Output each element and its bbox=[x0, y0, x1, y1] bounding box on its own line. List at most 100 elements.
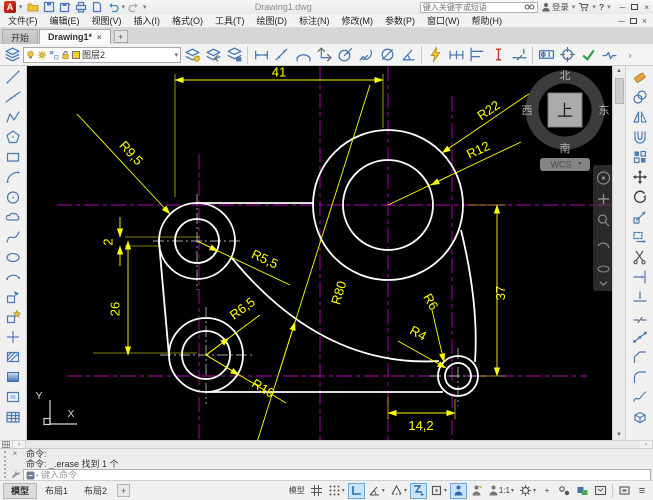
viewcube-east-label[interactable]: 东 bbox=[599, 104, 610, 117]
menu-modify[interactable]: 修改(M) bbox=[336, 14, 380, 27]
join-tool[interactable] bbox=[628, 327, 652, 347]
mirror-tool[interactable] bbox=[628, 107, 652, 127]
tab-close-icon[interactable]: × bbox=[97, 33, 102, 42]
dim-aligned-button[interactable] bbox=[272, 45, 292, 65]
command-input[interactable] bbox=[41, 470, 648, 480]
plot-button[interactable] bbox=[74, 1, 88, 13]
copy-tool[interactable] bbox=[628, 87, 652, 107]
layer-states-button[interactable] bbox=[224, 45, 244, 65]
scroll-down-button[interactable]: ▼ bbox=[616, 430, 622, 440]
ellipse-tool[interactable] bbox=[1, 247, 25, 267]
polar-caret-icon[interactable]: ▾ bbox=[382, 487, 385, 494]
line-tool[interactable] bbox=[1, 67, 25, 87]
menu-window[interactable]: 窗口(W) bbox=[421, 14, 466, 27]
menu-format[interactable]: 格式(O) bbox=[166, 14, 209, 27]
dim-center-mark-button[interactable] bbox=[557, 45, 577, 65]
dim-radius-button[interactable] bbox=[335, 45, 355, 65]
dim-jog-line-button[interactable] bbox=[599, 45, 619, 65]
search-binoculars-icon[interactable] bbox=[524, 2, 535, 12]
object-snap-tracking-toggle[interactable] bbox=[410, 483, 427, 499]
close-button[interactable]: × bbox=[644, 3, 649, 12]
undo-button[interactable] bbox=[106, 1, 120, 13]
rectangle-tool[interactable] bbox=[1, 147, 25, 167]
osnap-caret-icon[interactable]: ▾ bbox=[444, 487, 447, 494]
save-button[interactable] bbox=[42, 1, 56, 13]
horizontal-scrollbar[interactable]: ‹ › bbox=[0, 440, 653, 448]
menu-tools[interactable]: 工具(T) bbox=[209, 14, 251, 27]
menu-view[interactable]: 视图(V) bbox=[86, 14, 128, 27]
snap-toggle[interactable]: ▾ bbox=[326, 483, 347, 499]
command-customize-wrench-icon[interactable] bbox=[10, 469, 20, 479]
erase-tool[interactable] bbox=[628, 67, 652, 87]
hatch-tool[interactable] bbox=[1, 347, 25, 367]
ellipse-arc-tool[interactable] bbox=[1, 267, 25, 287]
scale-tool[interactable] bbox=[628, 207, 652, 227]
doc-minimize-button[interactable]: ─ bbox=[618, 16, 624, 26]
rotate-tool[interactable] bbox=[628, 187, 652, 207]
scroll-up-button[interactable]: ▲ bbox=[616, 66, 622, 76]
isodraft-caret-icon[interactable]: ▾ bbox=[404, 487, 407, 494]
dim-linear-button[interactable] bbox=[251, 45, 271, 65]
break-at-point-tool[interactable] bbox=[628, 287, 652, 307]
sign-in-button[interactable]: 登录 bbox=[541, 1, 569, 13]
open-button[interactable] bbox=[26, 1, 40, 13]
new-layout-button[interactable]: + bbox=[117, 484, 130, 497]
tab-model[interactable]: 模型 bbox=[3, 483, 37, 499]
tab-start[interactable]: 开始 bbox=[2, 29, 38, 44]
menu-draw[interactable]: 绘图(D) bbox=[251, 14, 294, 27]
revision-cloud-tool[interactable] bbox=[1, 207, 25, 227]
drawing-canvas[interactable]: 41 R9,5 R22 R12 2 26 R5,5 R6,5 R80 R10 R… bbox=[27, 66, 612, 440]
redo-button[interactable] bbox=[127, 1, 141, 13]
stretch-tool[interactable] bbox=[628, 227, 652, 247]
doc-restore-button[interactable] bbox=[630, 18, 637, 24]
gradient-tool[interactable] bbox=[1, 367, 25, 387]
menu-file[interactable]: 文件(F) bbox=[2, 14, 44, 27]
circle-tool[interactable] bbox=[1, 187, 25, 207]
vertical-scrollbar[interactable]: ▲ ▼ bbox=[612, 66, 625, 440]
ortho-toggle[interactable] bbox=[348, 483, 365, 499]
make-layer-current-button[interactable] bbox=[182, 45, 202, 65]
arc-tool[interactable] bbox=[1, 167, 25, 187]
polygon-tool[interactable] bbox=[1, 127, 25, 147]
store-button[interactable] bbox=[578, 2, 589, 12]
polar-tracking-toggle[interactable]: ▾ bbox=[366, 483, 387, 499]
dim-ordinate-button[interactable] bbox=[314, 45, 334, 65]
dim-quick-button[interactable] bbox=[425, 45, 445, 65]
isolate-objects-button[interactable] bbox=[556, 483, 573, 499]
region-tool[interactable] bbox=[1, 387, 25, 407]
command-panel-grip[interactable] bbox=[1, 451, 6, 478]
layer-previous-button[interactable] bbox=[203, 45, 223, 65]
create-block-tool[interactable] bbox=[1, 307, 25, 327]
layer-properties-button[interactable] bbox=[2, 45, 22, 65]
customization-menu-button[interactable]: ≡ bbox=[634, 483, 650, 499]
dim-jogged-button[interactable] bbox=[356, 45, 376, 65]
viewcube-north-label[interactable]: 北 bbox=[560, 69, 571, 82]
menu-insert[interactable]: 插入(I) bbox=[128, 14, 167, 27]
array-tool[interactable] bbox=[628, 147, 652, 167]
viewcube-south-label[interactable]: 南 bbox=[560, 142, 571, 155]
menu-parametric[interactable]: 参数(P) bbox=[379, 14, 421, 27]
isodraft-toggle[interactable]: ▾ bbox=[388, 483, 409, 499]
chamfer-tool[interactable] bbox=[628, 347, 652, 367]
maximize-button[interactable] bbox=[631, 4, 638, 10]
fullscreen-button[interactable] bbox=[616, 483, 633, 499]
app-logo-icon[interactable]: A bbox=[4, 1, 16, 13]
polyline-tool[interactable] bbox=[1, 107, 25, 127]
menu-help[interactable]: 帮助(H) bbox=[466, 14, 509, 27]
vertical-scroll-thumb[interactable] bbox=[615, 78, 624, 104]
menu-edit[interactable]: 编辑(E) bbox=[44, 14, 86, 27]
viewcube-west-label[interactable]: 西 bbox=[522, 105, 533, 117]
preview-button[interactable] bbox=[90, 1, 104, 13]
annotation-monitor-button[interactable]: + bbox=[539, 483, 555, 499]
qat-more-caret-icon[interactable]: ▾ bbox=[143, 3, 147, 11]
help-caret-icon[interactable]: ▾ bbox=[607, 3, 611, 11]
grid-toggle[interactable] bbox=[308, 483, 325, 499]
hardware-acceleration-button[interactable] bbox=[574, 483, 591, 499]
model-space-toggle[interactable]: 模型 bbox=[287, 483, 307, 499]
menu-dimension[interactable]: 标注(N) bbox=[293, 14, 336, 27]
navigation-bar[interactable] bbox=[593, 165, 612, 291]
dim-edit-button[interactable] bbox=[488, 45, 508, 65]
save-as-button[interactable] bbox=[58, 1, 72, 13]
dim-tolerance-button[interactable] bbox=[536, 45, 556, 65]
blend-curves-tool[interactable] bbox=[628, 387, 652, 407]
